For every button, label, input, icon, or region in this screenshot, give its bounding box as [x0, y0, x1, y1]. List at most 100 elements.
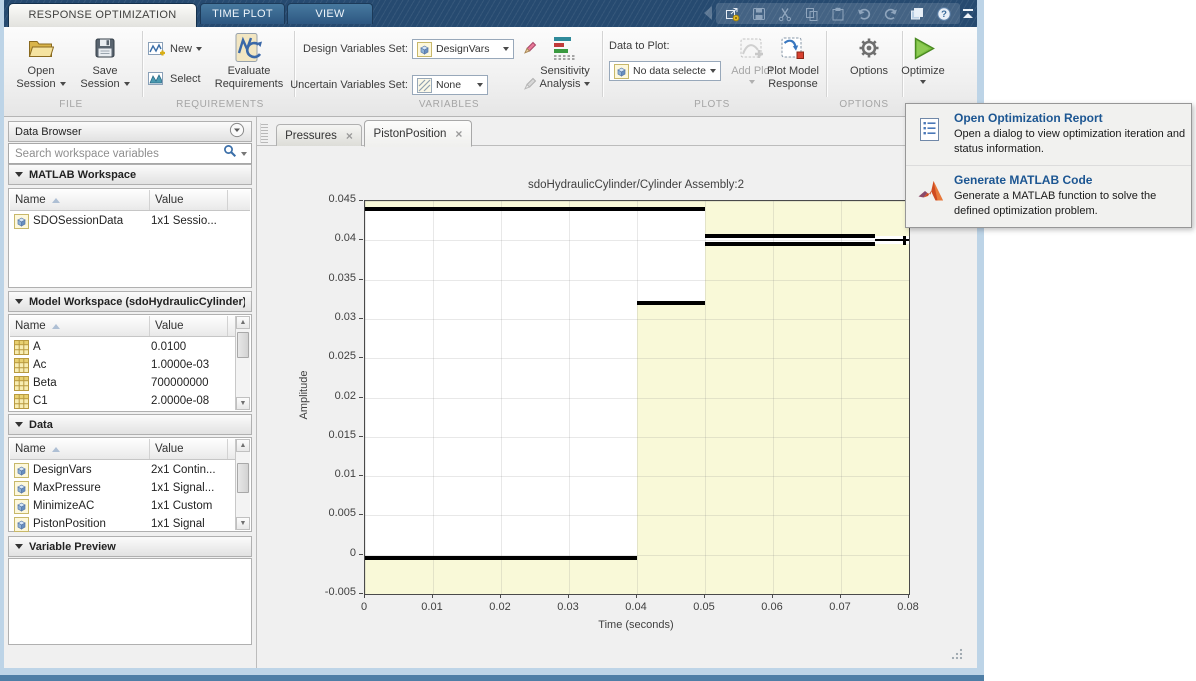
sensitivity-analysis-button[interactable]: Sensitivity Analysis	[531, 31, 599, 95]
collapse-ribbon-button[interactable]	[958, 4, 978, 23]
table-row-a[interactable]: A 0.0100	[11, 338, 235, 356]
document-tab-pistonposition[interactable]: PistonPosition ×	[364, 120, 472, 147]
select-requirement-button[interactable]: Select	[148, 69, 214, 89]
evaluate-requirements-button[interactable]: Evaluate Requirements	[210, 31, 288, 95]
vertical-scrollbar[interactable]: ▲ ▼	[235, 316, 250, 410]
undo-icon[interactable]	[854, 5, 874, 23]
row-name: SDOSessionData	[33, 215, 124, 227]
table-row-designvars[interactable]: DesignVars 2x1 Contin...	[11, 461, 235, 479]
save-session-button[interactable]: Save Session	[76, 31, 134, 95]
gridline-horizontal	[365, 201, 909, 202]
search-options-chevron-icon[interactable]	[241, 151, 247, 156]
select-requirement-icon	[148, 71, 166, 87]
collapse-ribbon-icon	[963, 9, 973, 11]
search-icon[interactable]	[223, 144, 237, 163]
toolstrip: Open Session Save Session FILE New Selec…	[4, 27, 977, 117]
x-tick	[772, 594, 773, 598]
y-tick	[359, 435, 363, 437]
variables-section-label: VARIABLES	[418, 99, 480, 110]
table-row-maxpressure[interactable]: MaxPressure 1x1 Signal...	[11, 479, 235, 497]
scrollbar-thumb[interactable]	[237, 332, 249, 358]
chevron-down-icon	[196, 47, 203, 51]
variable-cube-icon	[614, 63, 629, 79]
y-tick	[359, 317, 363, 319]
table-row-sdosessiondata[interactable]: SDOSessionData 1x1 Sessio...	[11, 212, 235, 230]
vertical-scrollbar[interactable]: ▲ ▼	[235, 439, 250, 530]
gridline-horizontal	[365, 318, 909, 320]
table-row-pistonposition[interactable]: PistonPosition 1x1 Signal	[11, 515, 235, 533]
column-header-name[interactable]: Name	[10, 190, 150, 210]
variable-cube-icon	[14, 462, 29, 478]
requirements-section-label: REQUIREMENTS	[176, 99, 264, 110]
app-window: RESPONSE OPTIMIZATION TIME PLOT VIEW ? Ope…	[0, 0, 984, 681]
plot-model-response-icon	[780, 31, 806, 65]
x-tick-label: 0.04	[625, 601, 647, 613]
section-header-matlab-workspace[interactable]: MATLAB Workspace	[8, 164, 252, 185]
close-tab-icon[interactable]: ×	[455, 128, 462, 140]
gridline-horizontal	[365, 279, 909, 281]
column-header-value[interactable]: Value	[150, 439, 228, 459]
options-button[interactable]: Options	[842, 31, 896, 95]
close-tab-icon[interactable]: ×	[346, 130, 353, 142]
scroll-up-icon[interactable]: ▲	[236, 439, 250, 452]
column-header-name[interactable]: Name	[10, 439, 150, 459]
options-label: Options	[850, 65, 888, 77]
ribbon-tab-time-plot[interactable]: TIME PLOT	[200, 3, 285, 24]
document-tab-pressures[interactable]: Pressures ×	[276, 124, 362, 146]
variable-cube-icon	[14, 516, 29, 532]
row-name: PistonPosition	[33, 518, 106, 530]
row-value: 2x1 Contin...	[151, 464, 216, 476]
variable-cube-icon	[417, 41, 432, 57]
data-to-plot-label: Data to Plot:	[609, 40, 670, 52]
row-name: Beta	[33, 377, 57, 389]
y-tick	[359, 239, 363, 241]
save-icon[interactable]	[749, 5, 769, 23]
table-row-ac[interactable]: Ac 1.0000e-03	[11, 356, 235, 374]
scroll-down-icon[interactable]: ▼	[236, 397, 250, 410]
x-tick	[500, 594, 501, 598]
x-tick-label: 0.05	[693, 601, 715, 613]
data-to-plot-dropdown[interactable]: No data selected	[609, 61, 721, 81]
column-header-value[interactable]: Value	[150, 316, 228, 336]
column-header-value[interactable]: Value	[150, 190, 228, 210]
search-input[interactable]	[13, 146, 223, 161]
redo-icon[interactable]	[881, 5, 901, 23]
column-header-name[interactable]: Name	[10, 316, 150, 336]
panel-menu-icon[interactable]	[229, 122, 245, 141]
uncertain-variables-set-dropdown[interactable]: None	[412, 75, 488, 95]
table-row-c1[interactable]: C1 2.0000e-08	[11, 392, 235, 410]
ribbon-tab-view[interactable]: VIEW	[287, 3, 373, 24]
tabbar-drag-grip[interactable]	[260, 123, 268, 143]
design-variables-set-dropdown[interactable]: DesignVars	[412, 39, 514, 59]
table-row-beta[interactable]: Beta 700000000	[11, 374, 235, 392]
ribbon-tab-response-optimization[interactable]: RESPONSE OPTIMIZATION	[8, 3, 197, 27]
section-header-data[interactable]: Data	[8, 414, 252, 435]
parameter-grid-icon	[14, 339, 29, 355]
open-session-button[interactable]: Open Session	[12, 31, 70, 95]
parameter-grid-icon	[14, 375, 29, 391]
scroll-up-icon[interactable]: ▲	[236, 316, 250, 329]
table-row-minimizeac[interactable]: MinimizeAC 1x1 Custom	[11, 497, 235, 515]
cut-icon[interactable]	[775, 5, 795, 23]
menu-item-open-optimization-report[interactable]: Open Optimization Report Open a dialog to…	[906, 104, 1191, 165]
section-header-model-workspace-sdohydrauliccylinder-[interactable]: Model Workspace (sdoHydraulicCylinder)	[8, 291, 252, 312]
row-name: MinimizeAC	[33, 500, 95, 512]
resize-grip[interactable]	[950, 647, 964, 661]
help-icon[interactable]: ?	[934, 5, 954, 23]
scrollbar-thumb[interactable]	[237, 463, 249, 493]
copy-icon[interactable]	[802, 5, 822, 23]
new-figure-icon[interactable]	[722, 5, 742, 23]
paste-icon[interactable]	[828, 5, 848, 23]
layout-icon[interactable]	[907, 5, 927, 23]
scroll-down-icon[interactable]: ▼	[236, 517, 250, 530]
chevron-down-icon	[123, 82, 130, 87]
parameter-grid-icon	[14, 393, 29, 409]
gridline-horizontal	[365, 594, 909, 595]
section-header-variable-preview[interactable]: Variable Preview	[8, 536, 252, 557]
row-name: C1	[33, 395, 48, 407]
plot-model-response-button[interactable]: Plot Model Response	[762, 31, 824, 95]
y-tick-label: 0.045	[328, 193, 356, 205]
optimize-button[interactable]: Optimize	[894, 31, 952, 95]
new-requirement-button[interactable]: New	[148, 39, 214, 59]
menu-item-generate-matlab-code[interactable]: Generate MATLAB Code Generate a MATLAB fu…	[906, 165, 1191, 227]
